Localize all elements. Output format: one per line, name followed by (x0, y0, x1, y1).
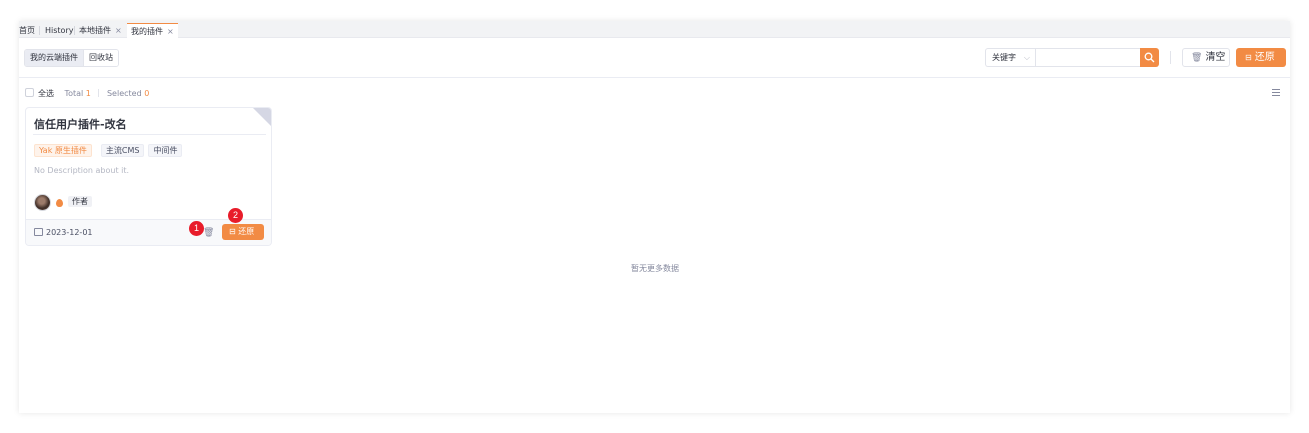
keyword-select-value: 关键字 (992, 53, 1016, 62)
list-header: 全选 Total 1 Selected 0 (25, 88, 149, 100)
selected-count: 0 (144, 89, 150, 98)
card-date-text: 2023-12-01 (46, 228, 93, 237)
close-icon[interactable]: × (115, 26, 122, 35)
plugin-card[interactable]: 信任用户插件-改名 Yak 原生插件 主流CMS 中间件 No Descript… (25, 107, 272, 246)
card-tags: Yak 原生插件 主流CMS 中间件 (34, 144, 183, 157)
restore-icon: ⊟ (229, 227, 239, 236)
tab-home[interactable]: 首页 (19, 23, 35, 38)
view-switch: 我的云端插件 回收站 (24, 49, 119, 67)
tab-local-plugins[interactable]: 本地插件 × (79, 23, 122, 38)
tab-my-plugins[interactable]: 我的插件 × (127, 23, 178, 38)
card-divider (33, 134, 266, 135)
total-count: 1 (85, 89, 91, 98)
annotation-marker-1: 1 (189, 221, 204, 236)
search-icon (1144, 52, 1155, 63)
total-label: Total (64, 89, 84, 98)
annotation-marker-2: 2 (228, 208, 243, 223)
close-icon[interactable]: × (167, 27, 174, 36)
restore-icon: ⊟ (1245, 53, 1252, 62)
tab-divider (74, 26, 75, 35)
restore-button[interactable]: ⊟ 还原 (1236, 48, 1286, 67)
avatar (34, 194, 51, 211)
empty-state-text: 暂无更多数据 (631, 264, 679, 273)
card-date: 2023-12-01 (34, 228, 93, 237)
select-all-checkbox[interactable] (25, 88, 34, 97)
tab-label: History (45, 26, 74, 35)
calendar-icon (34, 228, 43, 236)
plugin-window: 首页 History 本地插件 × 我的插件 × 我的云端插件 回收站 关键字 ⌵ 🗑… (19, 21, 1290, 413)
card-restore-button[interactable]: ⊟ 还原 (222, 224, 264, 240)
card-restore-label: 还原 (238, 227, 255, 236)
tag-cms: 主流CMS (100, 144, 145, 157)
clear-button[interactable]: 🗑 清空 (1182, 48, 1230, 67)
card-corner-flag (253, 108, 271, 126)
tab-label: 首页 (19, 26, 35, 35)
select-all-label: 全选 (38, 89, 54, 98)
list-menu-icon[interactable] (1272, 89, 1280, 97)
tab-divider (39, 26, 40, 35)
segment-recycle-bin[interactable]: 回收站 (83, 50, 118, 66)
author-badge-icon (56, 199, 63, 207)
tab-history[interactable]: History (45, 23, 73, 38)
trash-icon[interactable]: 🗑 (203, 228, 214, 238)
tab-label: 我的插件 (131, 27, 163, 36)
tag-middleware: 中间件 (148, 144, 183, 157)
tab-label: 本地插件 (79, 26, 111, 35)
search-input[interactable] (1035, 48, 1141, 67)
card-footer: 2023-12-01 🗑 ⊟ 还原 (26, 219, 271, 245)
tag-yak-native: Yak 原生插件 (34, 144, 92, 157)
clear-button-label: 清空 (1205, 52, 1226, 63)
toolbar-divider (1170, 51, 1171, 64)
author-tag: 作者 (68, 196, 92, 207)
card-title: 信任用户插件-改名 (34, 118, 127, 131)
segment-cloud-plugins[interactable]: 我的云端插件 (25, 50, 83, 66)
tab-bar: 首页 History 本地插件 × 我的插件 × (19, 21, 1290, 38)
trash-icon: 🗑 (1191, 53, 1203, 63)
search-button[interactable] (1140, 48, 1159, 67)
header-divider (98, 89, 100, 97)
toolbar: 我的云端插件 回收站 关键字 ⌵ 🗑 清空 ⊟ 还原 (19, 39, 1290, 78)
keyword-select[interactable]: 关键字 ⌵ (985, 48, 1035, 67)
chevron-down-icon: ⌵ (1023, 53, 1030, 62)
card-description: No Description about it. (34, 166, 130, 175)
selected-label: Selected (106, 89, 142, 98)
restore-button-label: 还原 (1254, 52, 1275, 63)
